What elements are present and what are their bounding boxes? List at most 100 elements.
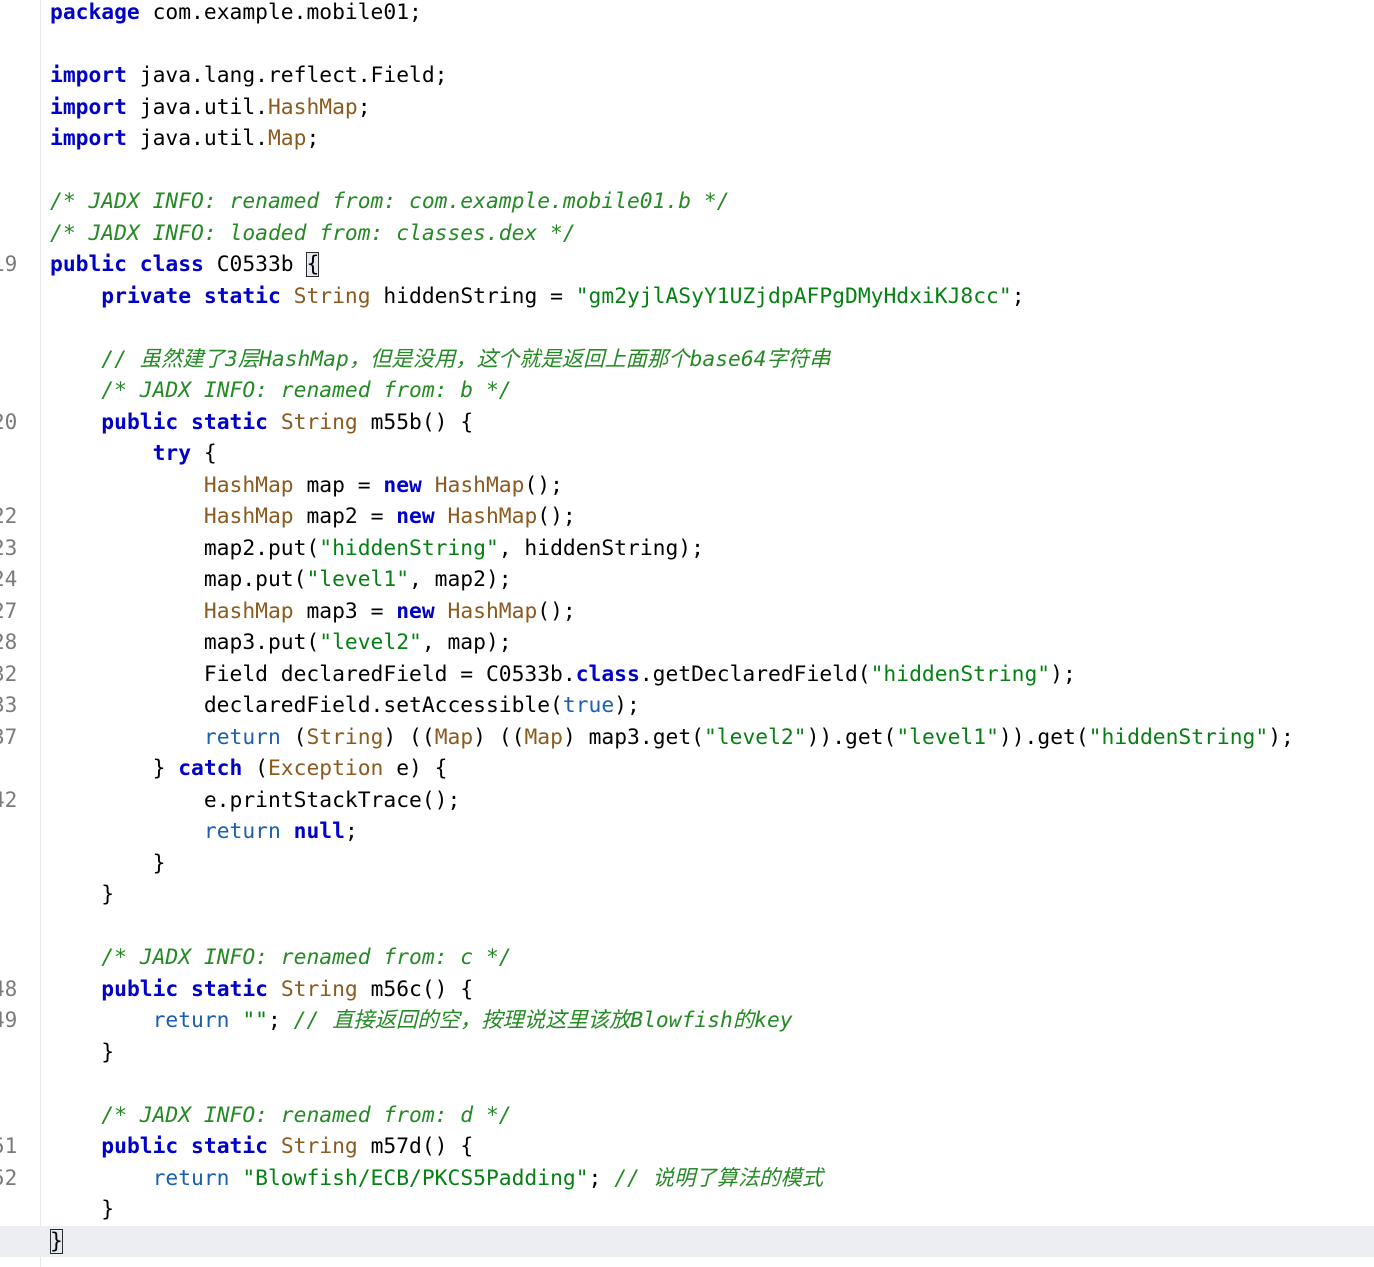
keyword-token: import <box>50 126 127 151</box>
code-line[interactable]: import java.util.HashMap; <box>0 92 1374 124</box>
code-line[interactable]: } catch (Exception e) { <box>0 753 1374 785</box>
code-text: ; <box>268 1008 294 1033</box>
code-line[interactable]: private static String hiddenString = "gm… <box>0 281 1374 313</box>
code-line[interactable]: 33 declaredField.setAccessible(true); <box>0 690 1374 722</box>
code-line[interactable]: 52 return "Blowfish/ECB/PKCS5Padding"; /… <box>0 1163 1374 1195</box>
code-line[interactable]: } <box>0 1037 1374 1069</box>
code-content: public class C0533b { <box>50 249 320 281</box>
keyword-token: class <box>575 661 640 687</box>
code-line[interactable]: /* JADX INFO: loaded from: classes.dex *… <box>0 218 1374 250</box>
code-line[interactable]: import java.util.Map; <box>0 123 1374 155</box>
code-editor[interactable]: package com.example.mobile01; import java… <box>0 0 1374 1267</box>
code-line[interactable]: /* JADX INFO: renamed from: c */ <box>0 942 1374 974</box>
line-number: 22 <box>0 504 18 528</box>
code-content: /* JADX INFO: renamed from: b */ <box>50 375 512 407</box>
keyword-token: new <box>383 472 422 498</box>
code-text: .getDeclaredField( <box>639 661 871 687</box>
code-line[interactable]: 48 public static String m56c() { <box>0 974 1374 1006</box>
literal-token: return <box>203 819 281 844</box>
code-line[interactable]: /* JADX INFO: renamed from: b */ <box>0 375 1374 407</box>
keyword-token: import <box>50 94 127 120</box>
code-line[interactable]: HashMap map = new HashMap(); <box>0 470 1374 502</box>
line-number: 37 <box>0 724 18 749</box>
code-content: } <box>50 1226 63 1258</box>
code-line[interactable]: 28 map3.put("level2", map); <box>0 627 1374 659</box>
code-line[interactable]: /* JADX INFO: renamed from: d */ <box>0 1100 1374 1132</box>
code-text: java.util. <box>126 94 268 120</box>
code-content: /* JADX INFO: loaded from: classes.dex *… <box>50 218 576 250</box>
code-text: , map); <box>421 630 512 655</box>
code-line[interactable]: 49 return ""; // 直接返回的空，按理说这里该放Blowfish的… <box>0 1005 1374 1037</box>
type-token: String <box>280 976 358 1002</box>
code-line[interactable]: 51 public static String m57d() { <box>0 1131 1374 1163</box>
code-line[interactable] <box>0 911 1374 943</box>
string-token: "hiddenString" <box>1088 724 1269 750</box>
code-text: (); <box>537 504 576 529</box>
string-token: "gm2yjlASyY1UZjdpAFPgDMyHdxiKJ8cc" <box>575 283 1012 309</box>
code-text: } <box>50 850 166 876</box>
code-line[interactable]: } <box>0 848 1374 880</box>
code-line[interactable]: try { <box>0 438 1374 470</box>
line-number: 23 <box>0 535 18 560</box>
type-token: HashMap <box>203 504 294 529</box>
code-text: map3.put( <box>50 630 320 655</box>
type-token: HashMap <box>267 94 358 120</box>
brace-match-highlight: } <box>50 1228 63 1254</box>
code-content: map2.put("hiddenString", hiddenString); <box>50 533 704 565</box>
code-line[interactable]: import java.lang.reflect.Field; <box>0 60 1374 92</box>
code-line[interactable]: 20 public static String m55b() { <box>0 407 1374 439</box>
code-line[interactable]: } <box>0 1194 1374 1226</box>
code-line[interactable]: // 虽然建了3层HashMap，但是没用，这个就是返回上面那个base64字符… <box>0 344 1374 376</box>
code-line[interactable]: /* JADX INFO: renamed from: com.example.… <box>0 186 1374 218</box>
code-line[interactable]: } <box>0 879 1374 911</box>
keyword-token: public static <box>101 1134 268 1159</box>
code-line[interactable]: 37 return (String) ((Map) ((Map) map3.ge… <box>0 722 1374 754</box>
code-content: e.printStackTrace(); <box>50 785 460 817</box>
code-line[interactable]: package com.example.mobile01; <box>0 0 1374 29</box>
code-line[interactable] <box>0 312 1374 344</box>
code-line[interactable] <box>0 1068 1374 1100</box>
keyword-token: new <box>396 504 435 529</box>
type-token: String <box>306 724 384 750</box>
code-line[interactable] <box>0 29 1374 61</box>
code-text: java.util. <box>126 126 268 151</box>
comment-token: /* JADX INFO: renamed from: b */ <box>101 378 512 403</box>
literal-token: true <box>562 693 615 718</box>
code-text: { <box>191 441 217 466</box>
code-text: hiddenString = <box>370 283 576 309</box>
code-line[interactable]: 19 public class C0533b { <box>0 249 1374 281</box>
code-text: ; <box>1011 283 1025 309</box>
keyword-token: import <box>50 63 127 88</box>
code-line[interactable]: 32 Field declaredField = C0533b.class.ge… <box>0 659 1374 691</box>
code-line[interactable] <box>0 155 1374 187</box>
code-text: m57d() { <box>357 1134 474 1159</box>
line-number: 19 <box>0 252 18 276</box>
code-line[interactable]: 23 map2.put("hiddenString", hiddenString… <box>0 533 1374 565</box>
code-line-current[interactable]: } <box>0 1225 1374 1258</box>
comment-token: /* JADX INFO: renamed from: com.example.… <box>50 189 730 214</box>
code-line[interactable]: 27 HashMap map3 = new HashMap(); <box>0 596 1374 628</box>
line-number: 51 <box>0 1134 18 1158</box>
code-text: ; <box>344 819 358 844</box>
line-number: 24 <box>0 567 18 591</box>
type-token: HashMap <box>203 472 294 498</box>
code-line[interactable]: 42 e.printStackTrace(); <box>0 785 1374 817</box>
code-line[interactable]: 24 map.put("level1", map2); <box>0 564 1374 596</box>
code-line[interactable]: 22 HashMap map2 = new HashMap(); <box>0 501 1374 533</box>
code-line[interactable]: return null; <box>0 816 1374 848</box>
string-token: "level1" <box>896 724 999 750</box>
comment-token: // 说明了算法的模式 <box>614 1165 824 1191</box>
code-text: ); <box>1050 661 1076 687</box>
code-content: } <box>50 848 166 880</box>
